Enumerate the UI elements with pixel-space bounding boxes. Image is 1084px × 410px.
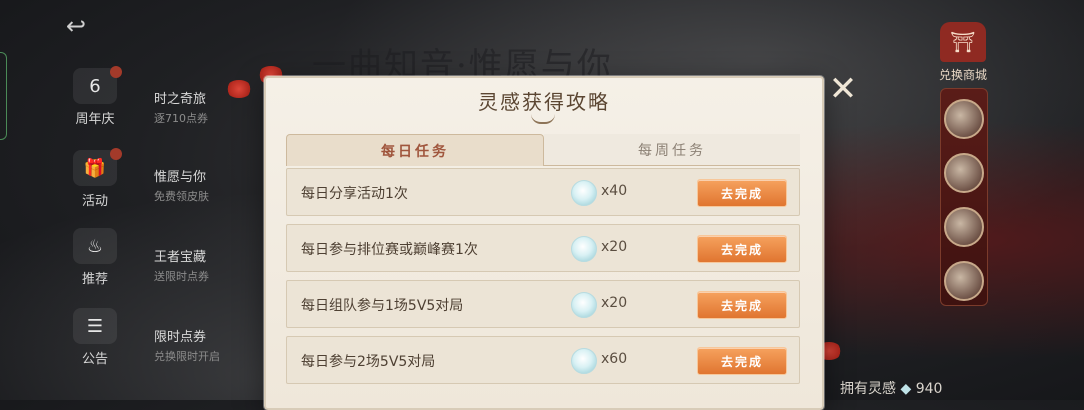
reward-avatar[interactable] <box>944 207 984 247</box>
sub-item-title: 王者宝藏 <box>154 250 207 265</box>
owned-inspiration: 拥有灵感 ◆ 940 <box>840 378 942 398</box>
nav-item-label: 活动 <box>81 194 108 209</box>
reward-scroll <box>940 88 988 306</box>
inspiration-guide-modal: 灵感获得攻略 每日任务 每周任务 每日分享活动1次 x40 去完成 每日参与排位… <box>264 76 824 410</box>
gem-icon: ◆ <box>900 381 912 397</box>
go-complete-button[interactable]: 去完成 <box>697 291 787 319</box>
notification-dot <box>110 148 122 160</box>
inspiration-gem-icon <box>571 348 597 374</box>
sub-item-title: 惟愿与你 <box>154 170 207 185</box>
flower-decoration <box>226 80 252 98</box>
flame-icon: ♨ <box>73 228 117 264</box>
go-complete-button[interactable]: 去完成 <box>697 179 787 207</box>
task-reward: x60 <box>601 351 628 367</box>
task-name: 每日分享活动1次 <box>301 186 408 202</box>
task-row: 每日参与排位赛或巅峰赛1次 x20 去完成 <box>286 224 800 272</box>
sub-item-desc: 逐710点券 <box>154 112 208 125</box>
modal-title: 灵感获得攻略 <box>478 90 610 114</box>
nav-item-label: 公告 <box>81 352 108 367</box>
task-name: 每日参与排位赛或巅峰赛1次 <box>301 242 478 258</box>
sub-item-voucher[interactable]: 限时点券 兑换限时开启 <box>154 326 264 364</box>
tab-daily-tasks[interactable]: 每日任务 <box>286 134 544 166</box>
title-ornament <box>531 114 555 124</box>
sub-item-title: 限时点券 <box>154 330 207 345</box>
owned-value: 940 <box>915 381 943 397</box>
sub-item-wish[interactable]: 惟愿与你 免费领皮肤 <box>154 166 264 204</box>
notification-dot <box>110 66 122 78</box>
task-reward: x20 <box>601 239 628 255</box>
nav-item-activity[interactable]: 🎁 活动 <box>60 148 130 209</box>
exchange-shop-button[interactable]: ⛩ 兑换商城 <box>928 22 998 83</box>
nav-item-label: 推荐 <box>81 272 108 287</box>
task-row: 每日组队参与1场5V5对局 x20 去完成 <box>286 280 800 328</box>
task-list: 每日分享活动1次 x40 去完成 每日参与排位赛或巅峰赛1次 x20 去完成 每… <box>286 168 800 392</box>
shop-label: 兑换商城 <box>938 68 987 82</box>
task-name: 每日组队参与1场5V5对局 <box>301 298 464 314</box>
task-row: 每日分享活动1次 x40 去完成 <box>286 168 800 216</box>
notice-icon: ☰ <box>73 308 117 344</box>
reward-avatar[interactable] <box>944 99 984 139</box>
sub-item-desc: 免费领皮肤 <box>154 190 209 203</box>
inspiration-gem-icon <box>571 236 597 262</box>
owned-label: 拥有灵感 <box>840 381 896 397</box>
task-name: 每日参与2场5V5对局 <box>301 354 436 370</box>
go-complete-button[interactable]: 去完成 <box>697 235 787 263</box>
reward-avatar[interactable] <box>944 261 984 301</box>
nav-edge-indicator <box>0 52 7 140</box>
close-x-icon: ✕ <box>828 69 858 109</box>
sub-item-desc: 送限时点券 <box>154 270 209 283</box>
shop-pavilion-icon: ⛩ <box>940 22 986 62</box>
inspiration-gem-icon <box>571 180 597 206</box>
sub-item-treasure[interactable]: 王者宝藏 送限时点券 <box>154 246 264 284</box>
task-reward: x20 <box>601 295 628 311</box>
back-arrow-icon: ↩ <box>66 12 87 40</box>
tab-weekly-tasks[interactable]: 每周任务 <box>544 134 800 166</box>
nav-item-recommend[interactable]: ♨ 推荐 <box>60 228 130 287</box>
task-reward: x40 <box>601 183 628 199</box>
nav-item-notice[interactable]: ☰ 公告 <box>60 308 130 367</box>
modal-close-button[interactable]: ✕ <box>826 72 860 108</box>
task-tabs: 每日任务 每周任务 <box>286 134 800 166</box>
inspiration-gem-icon <box>571 292 597 318</box>
go-complete-button[interactable]: 去完成 <box>697 347 787 375</box>
task-row: 每日参与2场5V5对局 x60 去完成 <box>286 336 800 384</box>
nav-item-anniversary[interactable]: 6 周年庆 <box>60 66 130 127</box>
reward-avatar[interactable] <box>944 153 984 193</box>
back-button[interactable]: ↩ <box>66 14 116 38</box>
nav-item-label: 周年庆 <box>75 112 115 127</box>
sub-item-desc: 兑换限时开启 <box>154 350 220 363</box>
